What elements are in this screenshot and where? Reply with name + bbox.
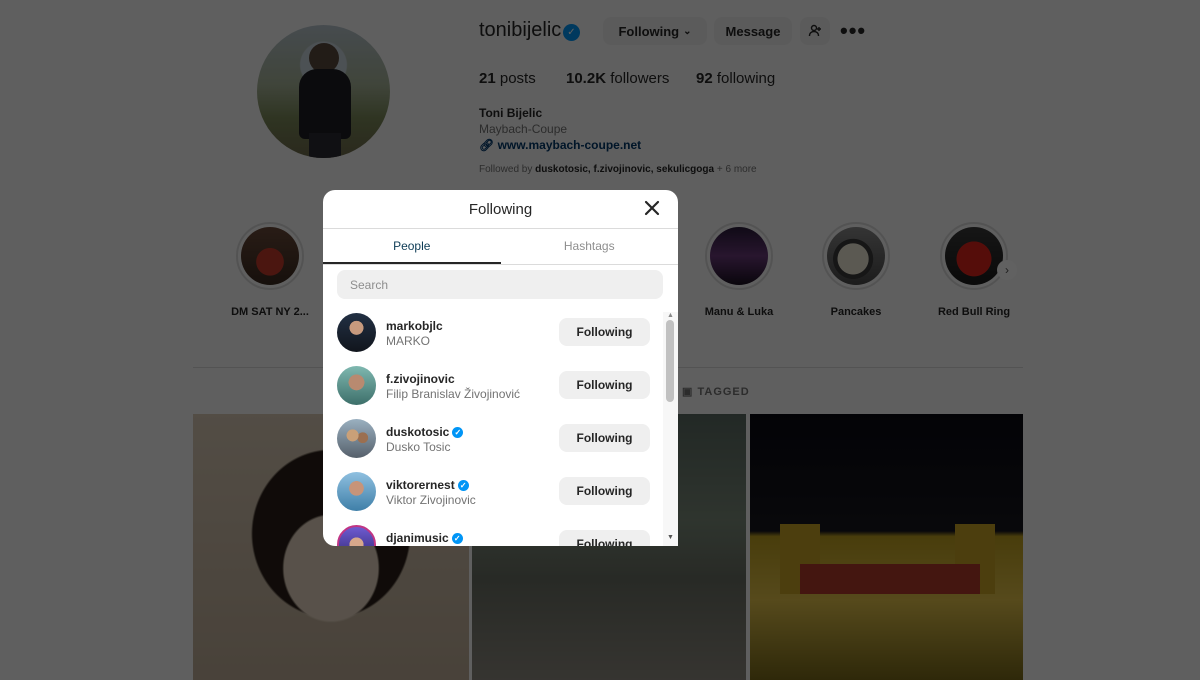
tagged-label: TAGGED — [697, 386, 750, 398]
add-user-icon — [808, 24, 821, 37]
tab-tagged[interactable]: ▣ TAGGED — [682, 385, 750, 398]
account-username[interactable]: markobjlc — [386, 319, 443, 333]
following-toggle-button[interactable]: Following — [559, 318, 650, 346]
avatar-body — [299, 69, 351, 139]
message-button[interactable]: Message — [714, 17, 792, 45]
list-item[interactable]: djanimusic ✓ Following — [323, 522, 665, 546]
castle-roof — [800, 564, 980, 594]
chevron-down-icon: ⌄ — [683, 25, 692, 37]
followers-label: followers — [610, 70, 670, 87]
account-username[interactable]: duskotosic ✓ — [386, 425, 464, 439]
account-full-name: Viktor Zivojinovic — [386, 493, 476, 507]
profile-username: tonibijelic — [479, 19, 562, 41]
add-user-button[interactable] — [800, 17, 830, 45]
post-thumbnail[interactable] — [750, 414, 1023, 680]
username-text: markobjlc — [386, 319, 443, 333]
profile-category: Maybach-Coupe — [479, 122, 568, 136]
highlight-item[interactable]: Red Bull Ring — [938, 222, 1010, 318]
highlight-item[interactable]: Manu & Luka — [703, 222, 775, 318]
list-item[interactable]: markobjlc MARKO Following — [323, 310, 665, 363]
profile-full-name: Toni Bijelic — [479, 106, 543, 120]
account-username[interactable]: djanimusic ✓ — [386, 531, 463, 545]
avatar-legs — [309, 133, 341, 158]
link-icon: 🔗︎ — [479, 138, 495, 152]
highlight-ring — [822, 222, 890, 290]
followed-by-text[interactable]: Followed by duskotosic, f.zivojinovic, s… — [479, 164, 757, 175]
account-username[interactable]: viktorernest ✓ — [386, 478, 469, 492]
username-text: viktorernest — [386, 478, 455, 492]
scroll-up-arrow-icon[interactable]: ▲ — [667, 312, 674, 319]
highlight-thumbnail — [827, 227, 885, 285]
highlight-item[interactable]: DM SAT NY 2... — [231, 222, 309, 318]
verified-badge-icon: ✓ — [457, 480, 469, 491]
followers-count: 10.2K — [566, 70, 607, 87]
followed-by-names: duskotosic, f.zivojinovic, sekulicgoga — [535, 164, 715, 175]
more-options-icon[interactable]: ••• — [840, 18, 866, 44]
following-toggle-button[interactable]: Following — [559, 530, 650, 546]
profile-website-link[interactable]: 🔗︎ www.maybach-coupe.net — [479, 138, 641, 152]
scroll-down-arrow-icon[interactable]: ▼ — [667, 534, 674, 541]
followers-stat[interactable]: 10.2K followers — [566, 70, 669, 87]
highlight-thumbnail — [710, 227, 768, 285]
account-full-name: MARKO — [386, 334, 431, 348]
avatar[interactable] — [337, 419, 376, 458]
posts-count: 21 — [479, 70, 496, 87]
modal-title: Following — [468, 201, 533, 218]
profile-avatar[interactable] — [257, 25, 390, 158]
highlight-ring — [236, 222, 304, 290]
followed-by-prefix: Followed by — [479, 164, 533, 175]
followed-by-more: + 6 more — [716, 164, 757, 175]
website-text: www.maybach-coupe.net — [497, 138, 642, 152]
account-full-name: Dusko Tosic — [386, 440, 451, 454]
following-stat[interactable]: 92 following — [696, 70, 775, 87]
avatar[interactable] — [337, 472, 376, 511]
modal-header: Following — [323, 190, 678, 229]
highlight-label: Manu & Luka — [704, 306, 774, 318]
close-icon-graphic — [644, 200, 660, 216]
account-full-name: Filip Branislav Živojinović — [386, 387, 521, 401]
highlights-next-icon[interactable]: › — [997, 260, 1017, 280]
following-toggle-button[interactable]: Following — [559, 424, 650, 452]
following-button[interactable]: Following ⌄ — [603, 17, 707, 45]
avatar[interactable] — [337, 525, 376, 546]
scroll-thumb[interactable] — [666, 320, 674, 402]
avatar[interactable] — [337, 366, 376, 405]
highlight-label: Red Bull Ring — [937, 306, 1011, 318]
username-text: djanimusic — [386, 531, 449, 545]
verified-badge-icon: ✓ — [452, 427, 464, 438]
highlight-thumbnail — [241, 227, 299, 285]
tagged-icon: ▣ — [682, 386, 694, 398]
highlight-ring — [705, 222, 773, 290]
search-input[interactable] — [337, 270, 663, 299]
following-label: following — [716, 70, 776, 87]
highlight-label: Pancakes — [830, 306, 882, 318]
verified-badge-icon: ✓ — [451, 533, 463, 544]
list-item[interactable]: duskotosic ✓ Dusko Tosic Following — [323, 416, 665, 469]
following-toggle-button[interactable]: Following — [559, 371, 650, 399]
username-text: f.zivojinovic — [386, 372, 455, 386]
tab-people[interactable]: People — [323, 229, 501, 264]
tab-hashtags[interactable]: Hashtags — [501, 229, 679, 264]
following-toggle-button[interactable]: Following — [559, 477, 650, 505]
following-count: 92 — [696, 70, 713, 87]
verified-badge-icon: ✓ — [563, 24, 580, 41]
highlight-ring — [940, 222, 1008, 290]
following-modal: Following People Hashtags markobjlc MARK… — [323, 190, 678, 546]
highlight-item[interactable]: Pancakes — [820, 222, 892, 318]
highlight-thumbnail — [945, 227, 1003, 285]
list-item[interactable]: viktorernest ✓ Viktor Zivojinovic Followi… — [323, 469, 665, 522]
modal-tabs: People Hashtags — [323, 229, 678, 265]
highlight-label: DM SAT NY 2... — [231, 306, 309, 318]
following-button-label: Following — [618, 23, 680, 39]
following-list: markobjlc MARKO Following f.zivojinovic … — [323, 310, 665, 546]
message-button-label: Message — [725, 23, 781, 39]
posts-label: posts — [499, 70, 536, 87]
account-username[interactable]: f.zivojinovic — [386, 372, 455, 386]
avatar[interactable] — [337, 313, 376, 352]
close-icon[interactable] — [640, 196, 664, 220]
modal-scrollbar[interactable]: ▲ ▼ — [663, 312, 678, 546]
username-text: duskotosic — [386, 425, 450, 439]
list-item[interactable]: f.zivojinovic Filip Branislav Živojinovi… — [323, 363, 665, 416]
posts-stat: 21 posts — [479, 70, 536, 87]
